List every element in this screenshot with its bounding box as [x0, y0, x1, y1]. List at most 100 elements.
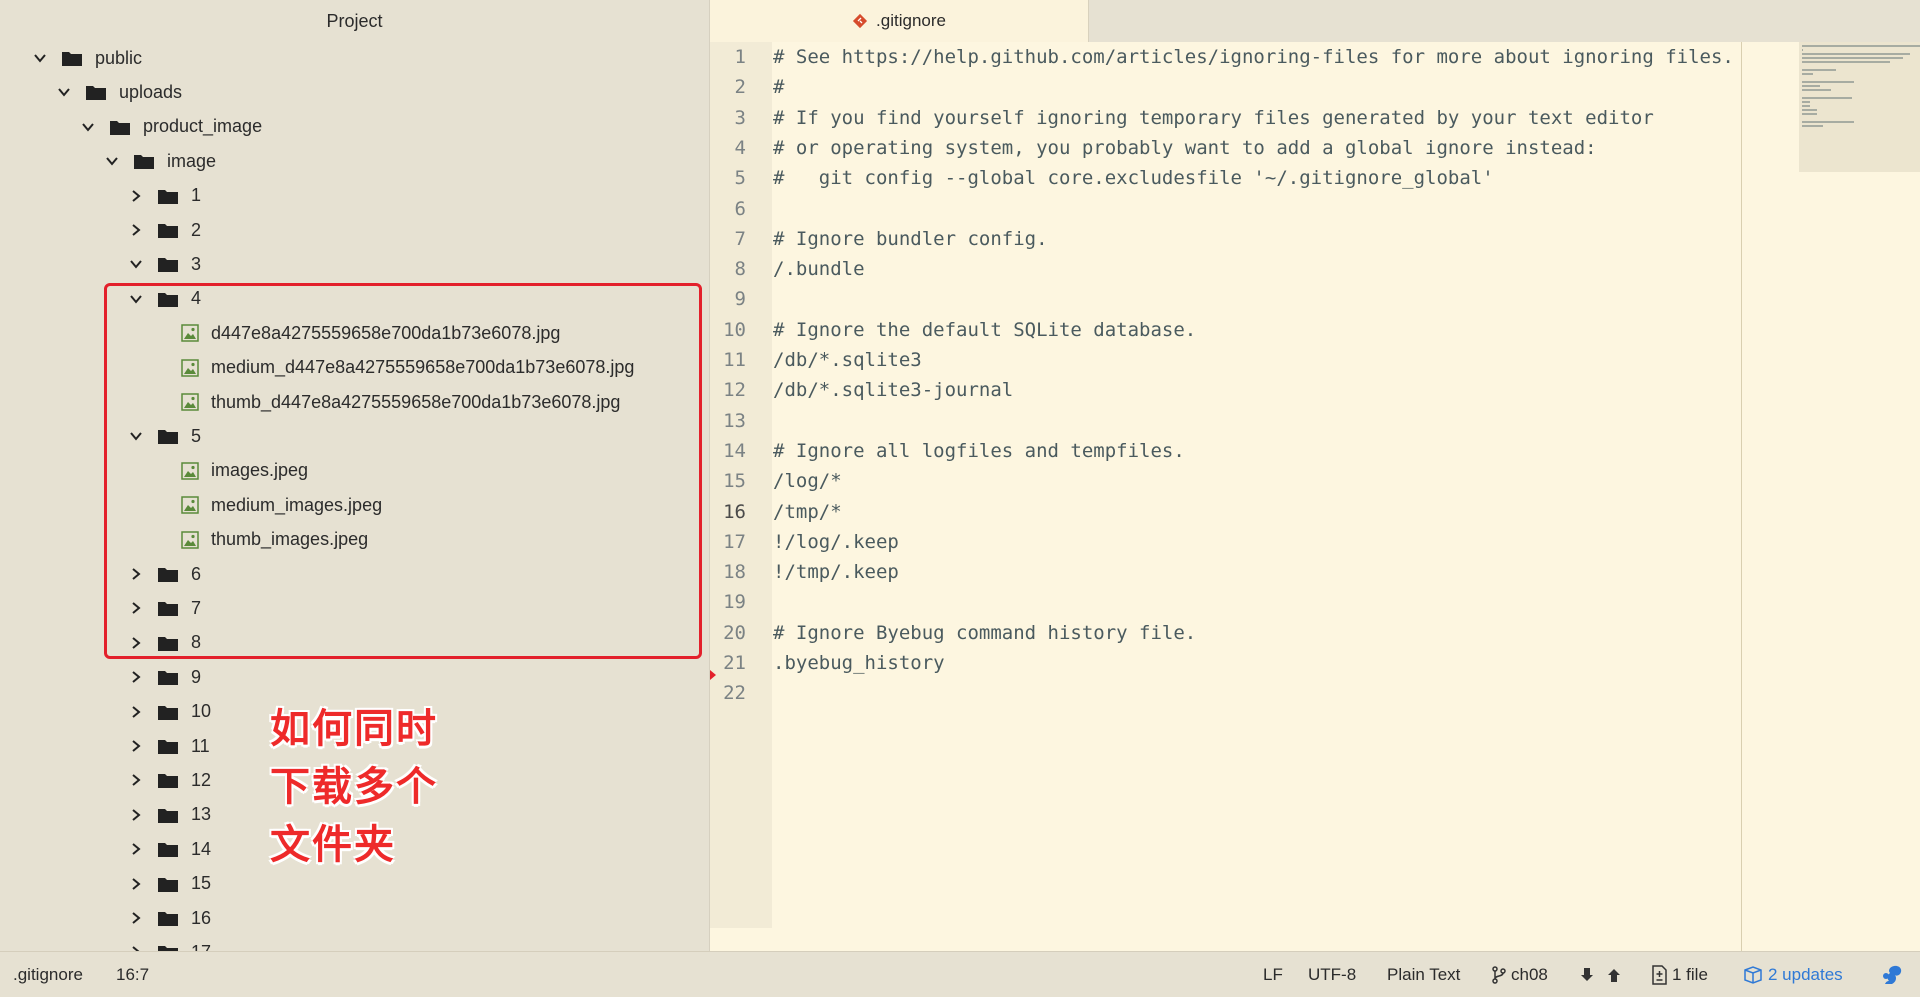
status-changed-files[interactable]: 1 file	[1652, 952, 1708, 997]
tree-folder-item[interactable]: public	[0, 41, 709, 75]
chevron-right-icon[interactable]	[127, 703, 145, 721]
chevron-right-icon[interactable]	[127, 668, 145, 686]
tree-folder-item[interactable]: 6	[0, 557, 709, 591]
folder-icon	[157, 840, 179, 858]
status-line-ending[interactable]: LF	[1263, 952, 1283, 997]
code-line[interactable]: 3 # If you find yourself ignoring tempora…	[710, 103, 1800, 133]
annotation-line: 如何同时	[270, 706, 438, 752]
code-line[interactable]: 16/tmp/*	[710, 496, 1800, 527]
line-text: /log/*	[773, 470, 842, 493]
minimap-line	[1802, 45, 1920, 47]
chevron-down-icon[interactable]	[127, 255, 145, 273]
tree-file-item[interactable]: d447e8a4275559658e700da1b73e6078.jpg	[0, 316, 709, 350]
code-line[interactable]: 17 !/log/.keep	[710, 527, 1800, 557]
chevron-right-icon[interactable]	[127, 221, 145, 239]
folder-icon	[157, 599, 179, 617]
minimap-line	[1802, 125, 1823, 127]
code-line[interactable]: 8 /.bundle	[710, 254, 1800, 284]
chevron-right-icon[interactable]	[127, 909, 145, 927]
chevron-down-icon[interactable]	[79, 118, 97, 136]
tree-folder-item[interactable]: image	[0, 144, 709, 178]
status-updates[interactable]: 2 updates	[1743, 952, 1843, 997]
code-line[interactable]: 15/log/*	[710, 466, 1800, 496]
code-line[interactable]: 18 !/tmp/.keep	[710, 557, 1800, 587]
tree-file-item[interactable]: medium_d447e8a4275559658e700da1b73e6078.…	[0, 351, 709, 385]
tree-item-label: thumb_d447e8a4275559658e700da1b73e6078.j…	[211, 391, 621, 412]
minimap-line	[1802, 81, 1854, 83]
tree-file-item[interactable]: images.jpeg	[0, 454, 709, 488]
tree-folder-item[interactable]: 2	[0, 213, 709, 247]
chevron-down-icon[interactable]	[55, 83, 73, 101]
code-line[interactable]: 2 #	[710, 72, 1800, 102]
code-line[interactable]: 11/db/*.sqlite3	[710, 345, 1800, 375]
folder-icon	[157, 943, 179, 951]
tree-folder-item[interactable]: 16	[0, 901, 709, 935]
tree-folder-item[interactable]: 5	[0, 419, 709, 453]
chevron-right-icon[interactable]	[127, 634, 145, 652]
chevron-right-icon[interactable]	[127, 187, 145, 205]
chevron-right-icon[interactable]	[127, 737, 145, 755]
line-text: #	[773, 76, 785, 99]
arrow-down-icon	[1581, 967, 1593, 981]
tree-folder-item[interactable]: 8	[0, 626, 709, 660]
tree-file-item[interactable]: medium_images.jpeg	[0, 488, 709, 522]
tree-file-item[interactable]: thumb_d447e8a4275559658e700da1b73e6078.j…	[0, 385, 709, 419]
tree-folder-item[interactable]: 17	[0, 935, 709, 951]
code-line[interactable]: 13	[710, 406, 1800, 436]
line-number: 9	[734, 288, 746, 311]
code-line[interactable]: 5 # git config --global core.excludesfile…	[710, 163, 1800, 193]
chevron-right-icon[interactable]	[127, 806, 145, 824]
code-line[interactable]: 1 # See https://help.github.com/articles/…	[710, 42, 1800, 72]
line-number: 8	[734, 258, 746, 281]
status-grammar[interactable]: Plain Text	[1387, 952, 1460, 997]
code-line[interactable]: 9	[710, 284, 1800, 314]
tab-gitignore[interactable]: .gitignore	[710, 0, 1089, 42]
code-line[interactable]: 14 # Ignore all logfiles and tempfiles.	[710, 436, 1800, 466]
status-file-name[interactable]: .gitignore	[13, 952, 83, 997]
tree-folder-item[interactable]: 9	[0, 660, 709, 694]
status-branch[interactable]: ch08	[1492, 952, 1548, 997]
tree-folder-item[interactable]: 3	[0, 247, 709, 281]
chevron-down-icon[interactable]	[103, 152, 121, 170]
chevron-down-icon[interactable]	[127, 290, 145, 308]
chevron-right-icon[interactable]	[127, 599, 145, 617]
code-line[interactable]: 4 # or operating system, you probably wan…	[710, 133, 1800, 163]
status-encoding[interactable]: UTF-8	[1308, 952, 1356, 997]
code-line[interactable]: 22	[710, 678, 1800, 708]
editor-pane: .gitignore 1 # See https://help.github.co…	[710, 0, 1920, 951]
fetch-button[interactable]	[1580, 952, 1626, 997]
chevron-right-icon[interactable]	[127, 943, 145, 951]
code-line[interactable]: 19	[710, 587, 1800, 617]
tree-folder-item[interactable]: 7	[0, 591, 709, 625]
chevron-right-icon[interactable]	[127, 875, 145, 893]
chevron-right-icon[interactable]	[127, 565, 145, 583]
line-text: /tmp/*	[773, 500, 842, 523]
tree-file-item[interactable]: thumb_images.jpeg	[0, 523, 709, 557]
tab-bar: .gitignore	[710, 0, 1920, 42]
chevron-right-icon[interactable]	[127, 840, 145, 858]
chevron-right-icon[interactable]	[127, 771, 145, 789]
code-line[interactable]: 20 # Ignore Byebug command history file.	[710, 618, 1800, 648]
line-text: .byebug_history	[773, 652, 945, 674]
tree-folder-item[interactable]: 1	[0, 179, 709, 213]
code-line[interactable]: 7 # Ignore bundler config.	[710, 224, 1800, 254]
code-line[interactable]: 10 # Ignore the default SQLite database.	[710, 315, 1800, 345]
code-line[interactable]: 21 .byebug_history	[710, 648, 1800, 678]
code-line[interactable]: 12/db/*.sqlite3-journal	[710, 375, 1800, 405]
tree-item-label: 3	[191, 253, 202, 274]
code-line[interactable]: 6	[710, 194, 1800, 224]
line-number: 12	[723, 379, 746, 402]
chevron-down-icon[interactable]	[31, 49, 49, 67]
tree-item-label: 11	[191, 735, 210, 756]
tree-folder-item[interactable]: 4	[0, 282, 709, 316]
tree-folder-item[interactable]: product_image	[0, 110, 709, 144]
minimap-line	[1802, 61, 1891, 63]
chevron-down-icon[interactable]	[127, 427, 145, 445]
status-cursor-position[interactable]: 16:7	[116, 952, 149, 997]
tree-folder-item[interactable]: uploads	[0, 75, 709, 109]
line-number: 4	[734, 136, 746, 159]
squirrel-icon[interactable]	[1880, 952, 1909, 997]
minimap[interactable]	[1799, 42, 1920, 172]
git-icon	[852, 13, 868, 29]
line-number: 16	[710, 497, 746, 527]
